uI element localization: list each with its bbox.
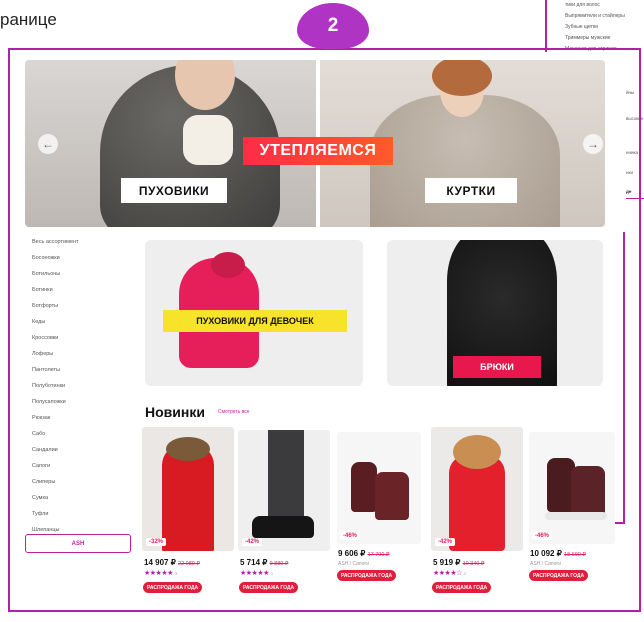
next-slide-arrow-icon[interactable]: →	[583, 134, 603, 154]
product-brand: ASH / Сапоги	[530, 561, 562, 567]
product-image[interactable]	[238, 430, 330, 551]
side-text: нки	[626, 170, 633, 175]
warm-up-promo-label[interactable]: УТЕПЛЯЕМСЯ	[243, 137, 393, 165]
sidebar-item[interactable]: Кеды	[32, 314, 132, 330]
fur-collar	[166, 437, 210, 461]
sidebar-item[interactable]: Рюкзак	[32, 410, 132, 426]
old-price: 9 880 ₽	[269, 561, 289, 567]
discount-badge: -42%	[435, 538, 456, 546]
boot-shape	[252, 516, 314, 538]
category-sidebar: Весь ассортимент Босоножки Ботильоны Бот…	[32, 234, 132, 538]
side-divider	[626, 198, 644, 199]
sidebar-item[interactable]: Туфли	[32, 506, 132, 522]
menu-line: Зубные щетки	[565, 24, 598, 30]
fur-hood	[453, 435, 501, 469]
product-image[interactable]	[431, 427, 523, 551]
side-text: нника	[626, 150, 639, 155]
sale-tag: РАСПРОДАЖА ГОДА	[432, 582, 492, 593]
sidebar-item[interactable]: Лоферы	[32, 346, 132, 362]
boot-shape	[375, 472, 409, 520]
jacket-hood-fur	[211, 252, 245, 278]
page-heading-fragment: ранице	[0, 10, 57, 29]
product-price: 5 919 ₽ 10 340 ₽	[433, 558, 485, 567]
old-price: 10 340 ₽	[462, 561, 485, 567]
sidebar-item[interactable]: Слиперы	[32, 474, 132, 490]
sale-tag: РАСПРОДАЖА ГОДА	[239, 582, 299, 593]
sidebar-item[interactable]: Весь ассортимент	[32, 234, 132, 250]
boot-shape	[571, 466, 605, 518]
sole-shape	[545, 512, 607, 520]
brand-ash-button[interactable]: ASH	[25, 534, 131, 553]
sidebar-item[interactable]: Босоножки	[32, 250, 132, 266]
sidebar-item[interactable]: Пантолеты	[32, 362, 132, 378]
sidebar-item[interactable]: Кроссовки	[32, 330, 132, 346]
sidebar-item[interactable]: Сапоги	[32, 458, 132, 474]
banner-trousers[interactable]: БРЮКИ	[387, 240, 603, 386]
down-jackets-button[interactable]: ПУХОВИКИ	[121, 178, 227, 203]
discount-badge: -46%	[532, 532, 553, 540]
side-text: де	[626, 189, 632, 194]
new-arrivals-title: Новинки	[145, 404, 205, 420]
prev-slide-arrow-icon[interactable]: ←	[38, 134, 58, 154]
old-price: 18 690 ₽	[564, 552, 586, 558]
sweater-shape	[183, 115, 233, 165]
product-image[interactable]	[337, 432, 421, 544]
sale-tag: РАСПРОДАЖА ГОДА	[143, 582, 203, 593]
menu-line: тики для волос	[565, 2, 600, 8]
sidebar-item[interactable]: Полуботинки	[32, 378, 132, 394]
annotation-connector	[623, 232, 625, 524]
sidebar-item[interactable]: Полусапожки	[32, 394, 132, 410]
product-price: 14 907 ₽ 22 080 ₽	[144, 558, 200, 567]
sidebar-item[interactable]: Сумка	[32, 490, 132, 506]
boot-shape	[351, 462, 377, 512]
discount-badge: -42%	[242, 538, 263, 546]
jackets-button[interactable]: КУРТКИ	[425, 178, 517, 203]
product-image[interactable]	[529, 432, 615, 544]
product-price: 9 606 ₽ 17 790 ₽	[338, 549, 390, 558]
legs-shape	[268, 430, 304, 526]
discount-badge: -32%	[146, 538, 167, 546]
sidebar-item[interactable]: Сандалии	[32, 442, 132, 458]
product-price: 5 714 ₽ 9 880 ₽	[240, 558, 289, 567]
see-all-link[interactable]: Смотреть все	[218, 409, 250, 415]
sidebar-item[interactable]: Сабо	[32, 426, 132, 442]
discount-badge: -46%	[340, 532, 361, 540]
rating-stars: ★★★★★ 1	[240, 570, 273, 577]
side-text: высокие	[626, 116, 644, 121]
menu-line: Триммеры мужские	[565, 35, 611, 41]
old-price: 22 080 ₽	[178, 561, 200, 567]
old-price: 17 790 ₽	[367, 552, 390, 558]
girls-down-jackets-label[interactable]: ПУХОВИКИ ДЛЯ ДЕВОЧЕК	[163, 310, 347, 332]
sidebar-item[interactable]: Ботфорты	[32, 298, 132, 314]
step-badge: 2	[297, 3, 369, 49]
rating-stars: ★★★★★ 3	[144, 570, 177, 577]
trousers-label[interactable]: БРЮКИ	[453, 356, 541, 378]
sidebar-item[interactable]: Ботинки	[32, 282, 132, 298]
product-brand: ASH / Сапоги	[338, 561, 370, 567]
banner-girls-down-jackets[interactable]: ПУХОВИКИ ДЛЯ ДЕВОЧЕК	[145, 240, 363, 386]
product-image[interactable]	[142, 427, 234, 551]
side-text: йны	[626, 90, 635, 95]
menu-line: Выпрямители и стайлеры	[565, 13, 625, 19]
rating-stars: ★★★★☆ 2	[433, 570, 466, 577]
product-price: 10 092 ₽ 18 690 ₽	[530, 549, 586, 558]
sale-tag: РАСПРОДАЖА ГОДА	[529, 570, 589, 581]
sidebar-item[interactable]: Ботильоны	[32, 266, 132, 282]
sale-tag: РАСПРОДАЖА ГОДА	[337, 570, 397, 581]
coat-shape	[449, 455, 505, 551]
